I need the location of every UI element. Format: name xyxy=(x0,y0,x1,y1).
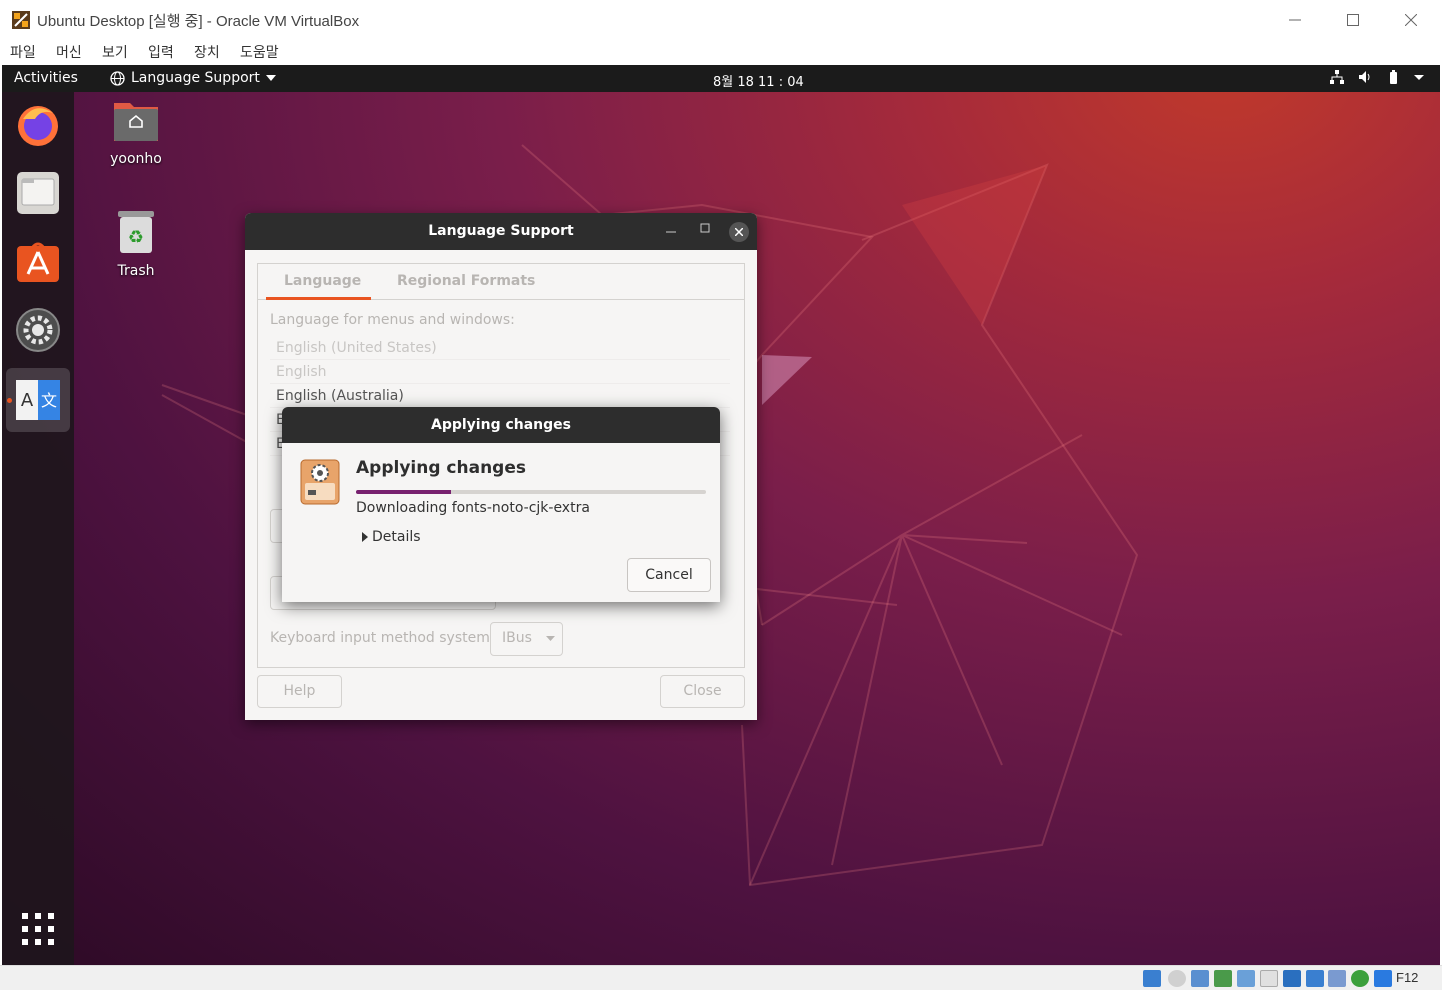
usb-icon[interactable] xyxy=(1237,970,1255,987)
language-support-titlebar: Language Support xyxy=(245,213,757,250)
minimize-icon xyxy=(1289,19,1301,21)
window-title: Ubuntu Desktop [실행 중] - Oracle VM Virtua… xyxy=(37,13,360,30)
package-installer-icon xyxy=(300,459,340,505)
ls-maximize-button[interactable] xyxy=(695,222,715,242)
battery-icon xyxy=(1390,70,1397,84)
menu-devices[interactable]: 장치 xyxy=(194,42,220,62)
firefox-icon xyxy=(18,106,58,146)
home-folder-icon xyxy=(114,103,158,141)
close-icon xyxy=(734,227,744,237)
tab-bar: Language Regional Formats xyxy=(258,264,744,300)
close-window-button[interactable] xyxy=(1388,6,1434,34)
desktop-icon-trash[interactable]: ♻ Trash xyxy=(96,209,176,279)
system-menu[interactable] xyxy=(1330,70,1424,84)
host-key-label: F12 xyxy=(1396,970,1419,985)
progress-bar xyxy=(356,490,706,494)
maximize-icon xyxy=(700,223,710,233)
help-button[interactable]: Help xyxy=(257,675,342,708)
app-menu-label: Language Support xyxy=(131,70,260,86)
dock-language-support[interactable]: A 文 xyxy=(14,376,62,424)
volume-icon xyxy=(1359,71,1370,83)
dock-show-applications[interactable] xyxy=(14,905,62,953)
activities-button[interactable]: Activities xyxy=(14,70,78,86)
desktop-icon-label: yoonho xyxy=(110,151,162,167)
virtualbox-statusbar: F12 xyxy=(0,965,1442,990)
details-label: Details xyxy=(372,529,421,545)
menu-input[interactable]: 입력 xyxy=(148,42,174,62)
chevron-down-icon xyxy=(546,635,556,641)
expander-arrow-icon xyxy=(362,532,368,542)
audio-icon[interactable] xyxy=(1191,970,1209,987)
details-expander[interactable]: Details xyxy=(362,529,421,545)
guest-display[interactable]: Activities Language Support 8월 18 11 : 0… xyxy=(2,65,1440,965)
files-icon xyxy=(17,172,59,214)
ls-minimize-button[interactable] xyxy=(661,222,681,242)
active-tab-indicator xyxy=(266,297,371,300)
network-adapter-icon[interactable] xyxy=(1214,970,1232,987)
top-bar: Activities Language Support 8월 18 11 : 0… xyxy=(2,65,1440,92)
virtualization-icon[interactable] xyxy=(1328,970,1346,987)
clock[interactable]: 8월 18 11 : 04 xyxy=(713,71,804,90)
network-icon xyxy=(1330,70,1344,84)
maximize-button[interactable] xyxy=(1330,6,1376,34)
keyboard-input-select[interactable]: IBus xyxy=(490,622,563,656)
list-item[interactable]: English (Australia) xyxy=(270,384,730,408)
display-icon[interactable] xyxy=(1283,970,1301,987)
keyboard-input-value: IBus xyxy=(502,630,532,646)
progress-fill xyxy=(356,490,451,494)
virtualbox-menubar: 파일 머신 보기 입력 장치 도움말 xyxy=(0,40,1442,65)
keyboard-input-label: Keyboard input method system: xyxy=(270,630,495,646)
list-item[interactable]: English xyxy=(270,360,730,384)
applying-changes-dialog: Applying changes Applying changes Downlo… xyxy=(282,407,720,602)
minimize-button[interactable] xyxy=(1272,6,1318,34)
app-menu-button[interactable]: Language Support xyxy=(110,70,276,86)
globe-icon xyxy=(110,70,125,86)
hard-disk-icon[interactable] xyxy=(1143,970,1161,987)
optical-drive-icon[interactable] xyxy=(1168,970,1186,987)
close-icon xyxy=(1405,14,1417,26)
svg-text:文: 文 xyxy=(41,391,57,410)
mouse-integration-icon[interactable] xyxy=(1374,970,1392,987)
list-item[interactable]: English (United States) xyxy=(270,336,730,360)
ls-close-button[interactable] xyxy=(729,222,749,242)
dock: A 文 xyxy=(2,92,74,965)
virtualbox-titlebar: Ubuntu Desktop [실행 중] - Oracle VM Virtua… xyxy=(0,0,1442,40)
trash-icon: ♻ xyxy=(118,211,154,253)
running-indicator xyxy=(7,398,12,403)
shared-folders-icon[interactable] xyxy=(1260,970,1278,987)
cancel-button[interactable]: Cancel xyxy=(627,558,711,592)
menu-help[interactable]: 도움말 xyxy=(240,42,279,62)
chevron-down-icon xyxy=(265,75,276,81)
dialog-titlebar: Applying changes xyxy=(282,407,720,443)
svg-text:A: A xyxy=(21,390,34,411)
dock-software[interactable] xyxy=(14,238,62,286)
close-button[interactable]: Close xyxy=(660,675,745,708)
chevron-down-icon xyxy=(1414,75,1424,80)
dock-settings[interactable] xyxy=(14,306,62,354)
menu-file[interactable]: 파일 xyxy=(10,42,36,62)
video-capture-icon[interactable] xyxy=(1306,970,1324,987)
svg-text:♻: ♻ xyxy=(128,227,144,248)
minimize-icon xyxy=(666,231,676,233)
menu-machine[interactable]: 머신 xyxy=(56,42,82,62)
tab-language[interactable]: Language xyxy=(284,273,361,289)
dock-firefox[interactable] xyxy=(14,100,62,148)
menu-view[interactable]: 보기 xyxy=(102,42,128,62)
menus-language-label: Language for menus and windows: xyxy=(270,312,515,328)
dialog-heading: Applying changes xyxy=(356,458,526,478)
show-apps-icon xyxy=(22,913,54,945)
settings-icon xyxy=(16,308,60,352)
desktop-icon-label: Trash xyxy=(117,263,155,279)
progress-status: Downloading fonts-noto-cjk-extra xyxy=(356,500,590,516)
tab-regional-formats[interactable]: Regional Formats xyxy=(397,273,535,289)
virtualbox-app-icon xyxy=(12,11,30,29)
guest-additions-icon[interactable] xyxy=(1351,970,1369,987)
desktop-icon-home[interactable]: yoonho xyxy=(96,99,176,167)
software-icon xyxy=(17,242,59,282)
maximize-icon xyxy=(1347,14,1359,26)
dock-files[interactable] xyxy=(14,169,62,217)
language-support-icon: A 文 xyxy=(16,380,60,420)
